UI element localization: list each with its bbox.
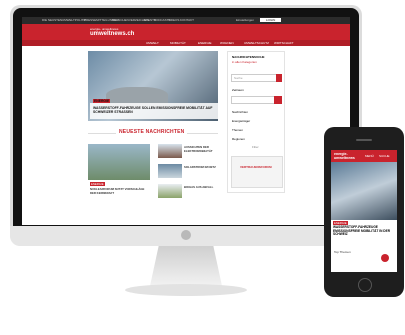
news-title[interactable]: NUKLEARFORUM NUTZT VORSCHLÄGE DER KERNKR… xyxy=(90,187,150,195)
mobile-hero-image[interactable] xyxy=(331,162,397,220)
mobile-screen: energie- umweltnews MENÜ SUCHE ENERGIE W… xyxy=(331,150,397,272)
mobile-hero-caption[interactable]: ENERGIE WASSERSTOFF-FAHRZEUGE EMISSIONSF… xyxy=(331,220,397,236)
monitor-foot xyxy=(125,284,247,296)
main-nav: UMWELT MOBILITÄT ENERGIE WOHNEN UMWELTSC… xyxy=(22,40,350,46)
settings-link[interactable]: Einstellungen xyxy=(236,18,254,22)
ad-banner[interactable]: VERTRAUENSFORUM xyxy=(231,156,283,188)
category-item[interactable]: Nachrichten xyxy=(232,110,248,114)
mobile-hero-headline[interactable]: WASSERSTOFF-FAHRZEUGE EMISSIONSFREIE MOB… xyxy=(333,225,395,237)
filter-label: Zeitraum xyxy=(232,88,244,92)
news-title[interactable]: SOLARSTROM IM NETZ xyxy=(184,165,218,169)
filter-reset[interactable]: Filter xyxy=(252,145,259,149)
news-tag: ENERGIE xyxy=(90,182,105,186)
nav-item[interactable]: UMWELT xyxy=(146,41,159,45)
news-thumb[interactable] xyxy=(158,144,182,158)
top-utility-bar: DIE NEUSTEN UMWELTPOLITIK PRESSEMITTEILU… xyxy=(22,17,350,24)
login-button[interactable]: LOGIN xyxy=(260,18,282,22)
topbar-item[interactable]: DIE NEUSTEN xyxy=(42,18,62,22)
topbar-item[interactable]: VIDEOS xyxy=(168,18,179,22)
add-icon[interactable] xyxy=(381,254,389,262)
hero-headline[interactable]: WASSERSTOFF-FAHRZEUGE SOLLEN EMISSIONSFR… xyxy=(93,106,215,114)
search-icon[interactable] xyxy=(276,74,282,82)
category-item[interactable]: Energieträger xyxy=(232,119,250,123)
search-button[interactable]: SUCHE xyxy=(379,154,390,158)
category-item[interactable]: Themen xyxy=(232,128,243,132)
search-placeholder: Suche xyxy=(234,76,243,80)
nav-item[interactable]: ENERGIE xyxy=(198,41,212,45)
brand-header: energie- umweltnews umweltnews.ch xyxy=(22,24,350,40)
search-sidebar: NACHRICHTENSUCHE in allen Kategorien Suc… xyxy=(227,51,285,193)
ad-title: VERTRAUENSFORUM xyxy=(240,165,272,169)
news-title[interactable]: BIOGAS AUS ABFALL xyxy=(184,185,218,189)
sidebar-subtitle: in allen Kategorien xyxy=(232,60,257,64)
phone-speaker xyxy=(356,139,372,141)
nav-item[interactable]: WOHNEN xyxy=(220,41,234,45)
nav-item[interactable]: UMWELTSCHUTZ xyxy=(244,41,269,45)
topbar-item[interactable]: UMWELTPOLITIK xyxy=(62,18,86,22)
topbar-item[interactable]: KONTAKT xyxy=(180,18,194,22)
mobile-header: energie- umweltnews MENÜ SUCHE xyxy=(331,150,397,162)
news-title[interactable]: AUSSICHTEN DER ELEKTROMOBILITÄT xyxy=(184,145,218,153)
nav-item[interactable]: MOBILITÄT xyxy=(170,41,186,45)
news-image[interactable] xyxy=(88,144,150,180)
monitor-stand xyxy=(150,246,222,286)
menu-button[interactable]: MENÜ xyxy=(365,154,374,158)
section-heading: NEUESTE NACHRICHTEN xyxy=(88,129,218,137)
mobile-footer-label: Top Themen xyxy=(334,250,351,254)
category-item[interactable]: Regionen xyxy=(232,137,245,141)
hero-caption[interactable]: ENERGIE WASSERSTOFF-FAHRZEUGE SOLLEN EMI… xyxy=(90,99,218,119)
apple-logo-icon xyxy=(181,230,191,240)
nav-item[interactable]: WIRTSCHAFT xyxy=(274,41,294,45)
calendar-icon[interactable] xyxy=(274,96,282,104)
search-input[interactable]: Suche xyxy=(231,74,277,82)
desktop-screen: DIE NEUSTEN UMWELTPOLITIK PRESSEMITTEILU… xyxy=(22,17,350,225)
section-title: NEUESTE NACHRICHTEN xyxy=(116,129,188,135)
sidebar-title: NACHRICHTENSUCHE xyxy=(232,55,265,59)
mobile-logo[interactable]: energie- umweltnews xyxy=(334,152,356,160)
logo[interactable]: umweltnews.ch xyxy=(90,31,134,37)
news-thumb[interactable] xyxy=(158,164,182,178)
date-input[interactable] xyxy=(231,96,275,104)
news-thumb[interactable] xyxy=(158,184,182,198)
hero-tag: ENERGIE xyxy=(93,99,111,103)
home-button[interactable] xyxy=(358,278,372,292)
